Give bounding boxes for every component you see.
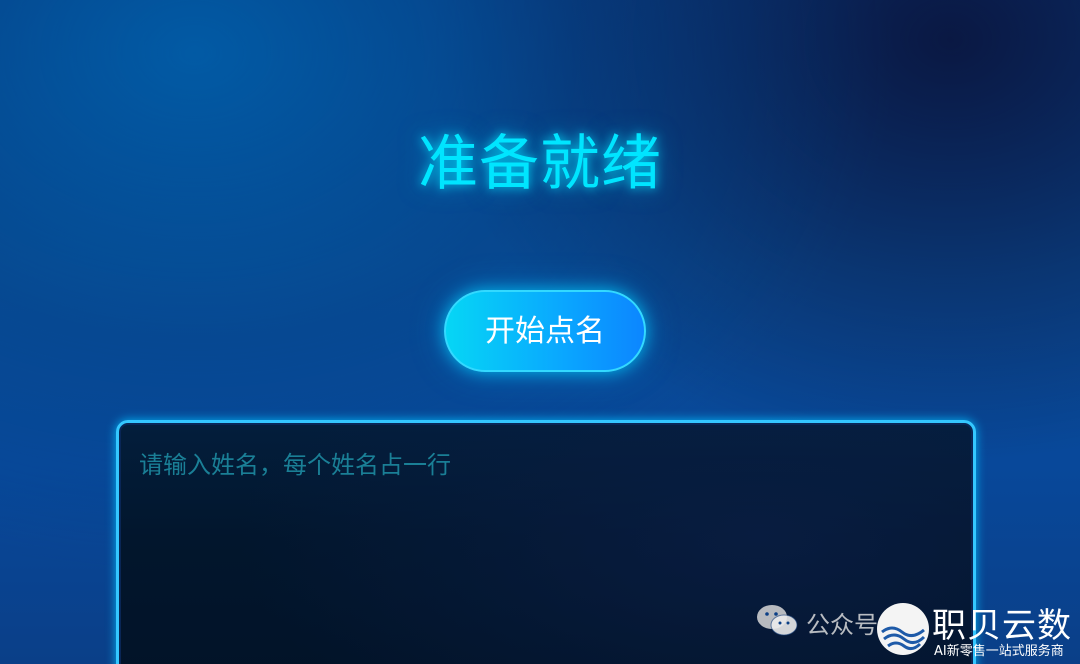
- start-roll-call-button[interactable]: 开始点名: [444, 290, 646, 372]
- brand-logo: [877, 603, 929, 655]
- status-title: 准备就绪: [418, 129, 662, 199]
- watermark-label: 公众号: [806, 611, 878, 639]
- wechat-icon: [757, 605, 798, 636]
- brand-tagline: AI新零售一站式服务商: [934, 644, 1064, 659]
- watermark: 公众号 职贝云数 AI新零售一站式服务商: [756, 598, 1080, 664]
